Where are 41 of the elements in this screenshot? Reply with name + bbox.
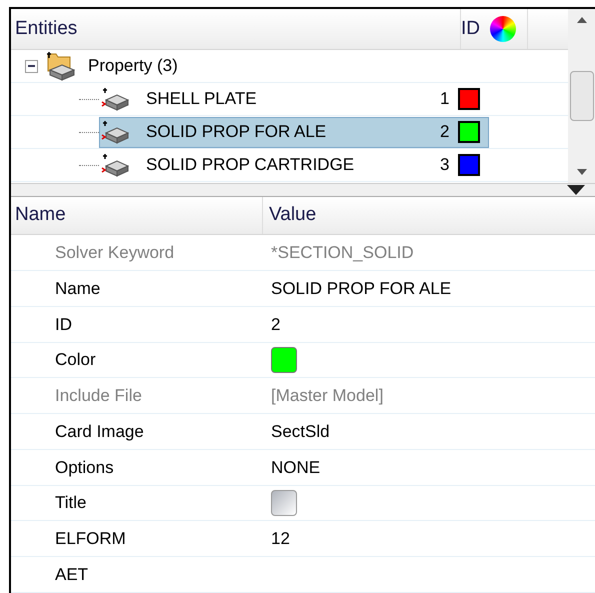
property-name: Solver Keyword bbox=[54, 242, 176, 264]
item-label: SHELL PLATE bbox=[146, 88, 258, 110]
item-id: 3 bbox=[440, 154, 450, 176]
column-header[interactable]: Name bbox=[11, 196, 263, 234]
property-value[interactable]: 2 bbox=[271, 312, 280, 338]
property-value[interactable]: 12 bbox=[271, 526, 290, 552]
property-name: Title bbox=[54, 492, 88, 514]
column-header[interactable]: ID bbox=[460, 9, 490, 49]
tree-item[interactable]: SOLID PROP CARTRIDGE 3 bbox=[99, 150, 489, 180]
cube-icon bbox=[100, 152, 130, 178]
item-id: 1 bbox=[440, 88, 450, 110]
color-wheel-icon[interactable] bbox=[490, 16, 516, 42]
property-value[interactable]: SectSld bbox=[271, 418, 330, 444]
item-label: SOLID PROP CARTRIDGE bbox=[146, 154, 356, 176]
item-id: 2 bbox=[440, 121, 450, 144]
cube-icon bbox=[100, 119, 130, 145]
tree-item[interactable]: SOLID PROP FOR ALE 2 bbox=[99, 116, 489, 148]
property-name: Color bbox=[54, 349, 97, 372]
property-value[interactable]: SOLID PROP FOR ALE bbox=[271, 276, 452, 302]
property-name: Include File bbox=[54, 385, 143, 408]
column-header[interactable]: Entities bbox=[11, 14, 460, 44]
scroll-thumb[interactable] bbox=[570, 70, 594, 121]
item-label: SOLID PROP FOR ALE bbox=[146, 121, 328, 144]
dropdown-arrow-icon[interactable] bbox=[567, 184, 585, 195]
scrollbar[interactable] bbox=[568, 9, 595, 183]
property-name: Options bbox=[54, 456, 115, 479]
tree-item[interactable]: Property (3) bbox=[88, 53, 178, 79]
scroll-up-icon[interactable] bbox=[576, 17, 586, 23]
checkbox[interactable] bbox=[271, 490, 297, 516]
property-name: AET bbox=[54, 564, 90, 586]
scroll-down-icon[interactable] bbox=[576, 168, 586, 175]
tree-item[interactable]: SHELL PLATE 1 bbox=[99, 84, 489, 114]
color-swatch[interactable] bbox=[271, 347, 297, 374]
property-name: ELFORM bbox=[54, 528, 127, 550]
column-header[interactable]: Value bbox=[263, 201, 595, 230]
property-name: ID bbox=[54, 314, 73, 336]
property-name: Name bbox=[54, 278, 102, 300]
cube-icon bbox=[100, 86, 130, 112]
collapse-toggle[interactable] bbox=[25, 60, 38, 72]
property-value[interactable]: NONE bbox=[271, 454, 320, 480]
property-name: Card Image bbox=[54, 420, 145, 443]
